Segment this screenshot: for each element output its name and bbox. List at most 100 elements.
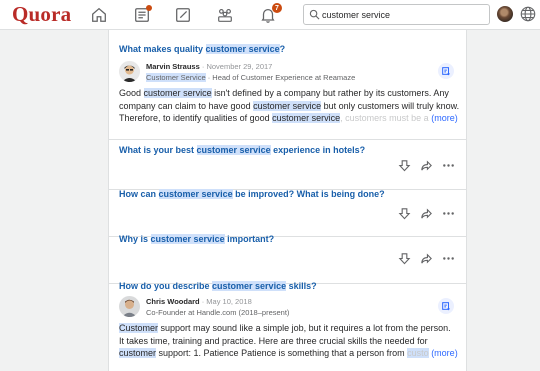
answer-icon[interactable] (131, 4, 153, 26)
title-text: How do you describe (119, 281, 213, 291)
highlight: customer (143, 88, 181, 98)
title-text: skills? (286, 281, 317, 291)
answer-line: Good customer service isn't defined by a… (119, 87, 461, 100)
answer-line: customer support: 1. Patience Patience i… (119, 347, 461, 360)
author-line: Chris Woodard · May 10, 2018 (146, 297, 252, 306)
answer-line: Customer support may sound like a simple… (119, 322, 461, 335)
text: support: 1. Patience Patience is somethi… (156, 348, 408, 358)
text: Therefore, to identify qualities of good (119, 113, 273, 123)
author-credential: Co-Founder at Handle.com (2018–present) (146, 308, 289, 317)
downvote-icon[interactable] (396, 158, 412, 172)
author-name[interactable]: Marvin Strauss (146, 62, 200, 71)
author-name[interactable]: Chris Woodard (146, 297, 200, 306)
title-highlight: service (201, 189, 233, 199)
follow-button[interactable] (438, 298, 454, 314)
answer-preview[interactable]: Customer support may sound like a simple… (119, 322, 461, 360)
more-link[interactable]: (more) (431, 113, 458, 123)
author-credential: Customer Service · Head of Customer Expe… (146, 73, 355, 82)
downvote-icon[interactable] (396, 251, 412, 265)
search-box[interactable] (303, 4, 490, 25)
question-title[interactable]: How do you describe customer service ski… (119, 280, 317, 292)
list-item: How do you describe customer service ski… (109, 281, 466, 371)
list-item: What is your best customer service exper… (109, 140, 466, 190)
title-highlight: customer (205, 44, 247, 54)
cred-highlight: Customer (146, 73, 179, 82)
follow-button[interactable] (438, 63, 454, 79)
list-item: How can customer service be improved? Wh… (109, 188, 466, 237)
answer-line: company can claim to have good customer … (119, 100, 461, 113)
title-text: experience in hotels? (270, 145, 366, 155)
write-icon[interactable] (172, 4, 194, 26)
title-highlight: service (255, 281, 287, 291)
text: but only customers will truly know. (321, 100, 460, 111)
highlight: customer (119, 348, 157, 358)
question-title[interactable]: Why is customer service important? (119, 233, 274, 245)
follow-icon (442, 302, 450, 311)
answer-notification-dot (146, 5, 152, 11)
question-actions (396, 206, 456, 220)
highlight: custo (407, 348, 429, 358)
highlight: service (183, 88, 212, 98)
title-text: Why is (119, 234, 151, 244)
cred-highlight: Service (180, 73, 206, 82)
cred-text: Co-Founder at Handle.com (2018–present) (146, 308, 290, 317)
cred-text: · Head of Customer Experience at Reamaze (205, 73, 356, 82)
more-options-icon[interactable] (440, 251, 456, 265)
title-highlight: service (248, 44, 280, 54)
list-item: What makes quality customer service? Mar… (109, 30, 466, 140)
search-results-feed: What makes quality customer service? Mar… (108, 30, 467, 371)
answer-preview[interactable]: Good customer service isn't defined by a… (119, 87, 461, 125)
text: support may sound like a simple job, but… (158, 323, 451, 333)
spaces-icon[interactable] (214, 4, 236, 26)
title-text: What is your best (119, 145, 197, 155)
question-title[interactable]: What is your best customer service exper… (119, 144, 365, 156)
text: It takes time, training and practice. He… (119, 335, 428, 346)
highlight: service (311, 113, 341, 123)
answer-date[interactable]: · November 29, 2017 (202, 62, 272, 71)
search-icon (309, 9, 320, 20)
author-avatar[interactable] (119, 296, 140, 317)
title-highlight: customer (158, 189, 200, 199)
question-title[interactable]: What makes quality customer service? (119, 43, 285, 55)
title-highlight: customer (196, 145, 238, 155)
search-input[interactable] (322, 6, 482, 23)
notifications-icon[interactable]: 7 (257, 3, 282, 26)
home-icon[interactable] (88, 4, 110, 26)
more-options-icon[interactable] (440, 206, 456, 220)
highlight: Customer (119, 323, 159, 333)
title-highlight: service (193, 234, 225, 244)
share-icon[interactable] (418, 206, 434, 220)
profile-avatar[interactable] (497, 6, 513, 22)
question-actions (396, 158, 456, 172)
title-highlight: customer (212, 281, 253, 291)
text: Good (119, 88, 144, 98)
share-icon[interactable] (418, 158, 434, 172)
downvote-icon[interactable] (396, 206, 412, 220)
quora-logo[interactable]: Quora (12, 2, 71, 27)
question-title[interactable]: How can customer service be improved? Wh… (119, 188, 385, 200)
author-avatar[interactable] (119, 61, 140, 82)
title-text: ? (279, 44, 286, 54)
follow-icon (442, 67, 450, 76)
title-text: be improved? What is being done? (232, 189, 385, 199)
top-navigation-bar: Quora 7 (0, 0, 540, 30)
text: isn't defined by a company but rather by… (211, 88, 449, 98)
title-text: important? (224, 234, 275, 244)
more-link[interactable]: (more) (431, 348, 458, 358)
question-actions (396, 251, 456, 265)
author-line: Marvin Strauss · November 29, 2017 (146, 62, 272, 71)
text: company can claim to have good (119, 100, 254, 111)
highlight: customer (272, 113, 310, 123)
highlight: service (292, 100, 322, 111)
share-icon[interactable] (418, 251, 434, 265)
list-item: Why is customer service important? (109, 234, 466, 284)
text: , customers must be a (340, 113, 429, 123)
title-highlight: customer (150, 234, 192, 244)
highlight: customer (253, 100, 291, 111)
title-highlight: service (239, 145, 271, 155)
globe-icon[interactable] (519, 5, 537, 23)
title-text: How can (119, 189, 159, 199)
answer-date[interactable]: · May 10, 2018 (202, 297, 252, 306)
more-options-icon[interactable] (440, 158, 456, 172)
notification-count-badge: 7 (272, 3, 282, 13)
